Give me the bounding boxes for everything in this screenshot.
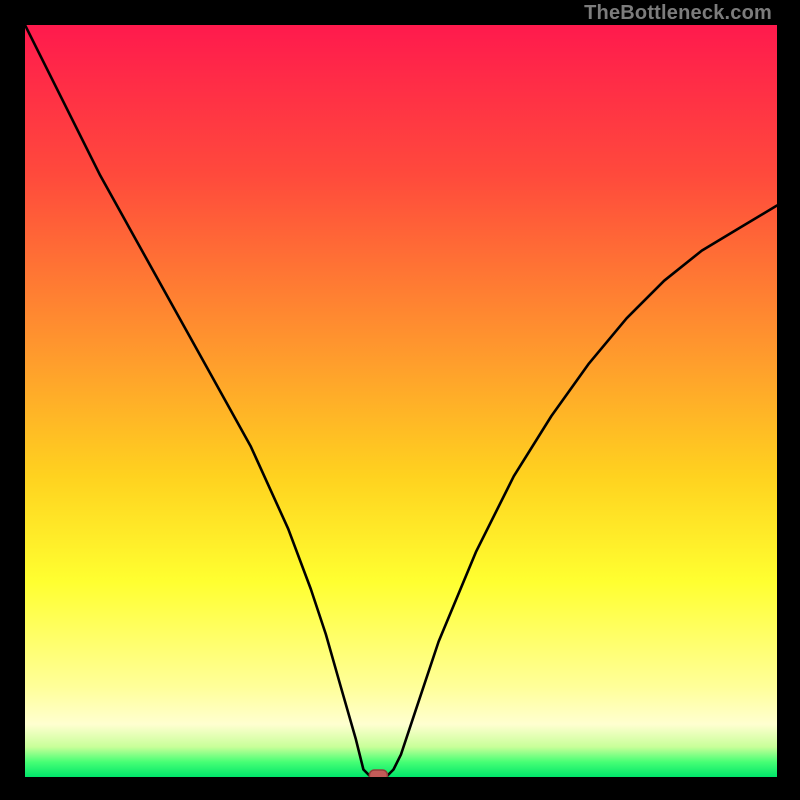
chart-frame: TheBottleneck.com bbox=[0, 0, 800, 800]
gradient-background bbox=[25, 25, 777, 777]
chart-svg bbox=[25, 25, 777, 777]
optimum-marker bbox=[369, 770, 387, 777]
plot-area bbox=[24, 24, 778, 778]
watermark-text: TheBottleneck.com bbox=[584, 2, 772, 25]
